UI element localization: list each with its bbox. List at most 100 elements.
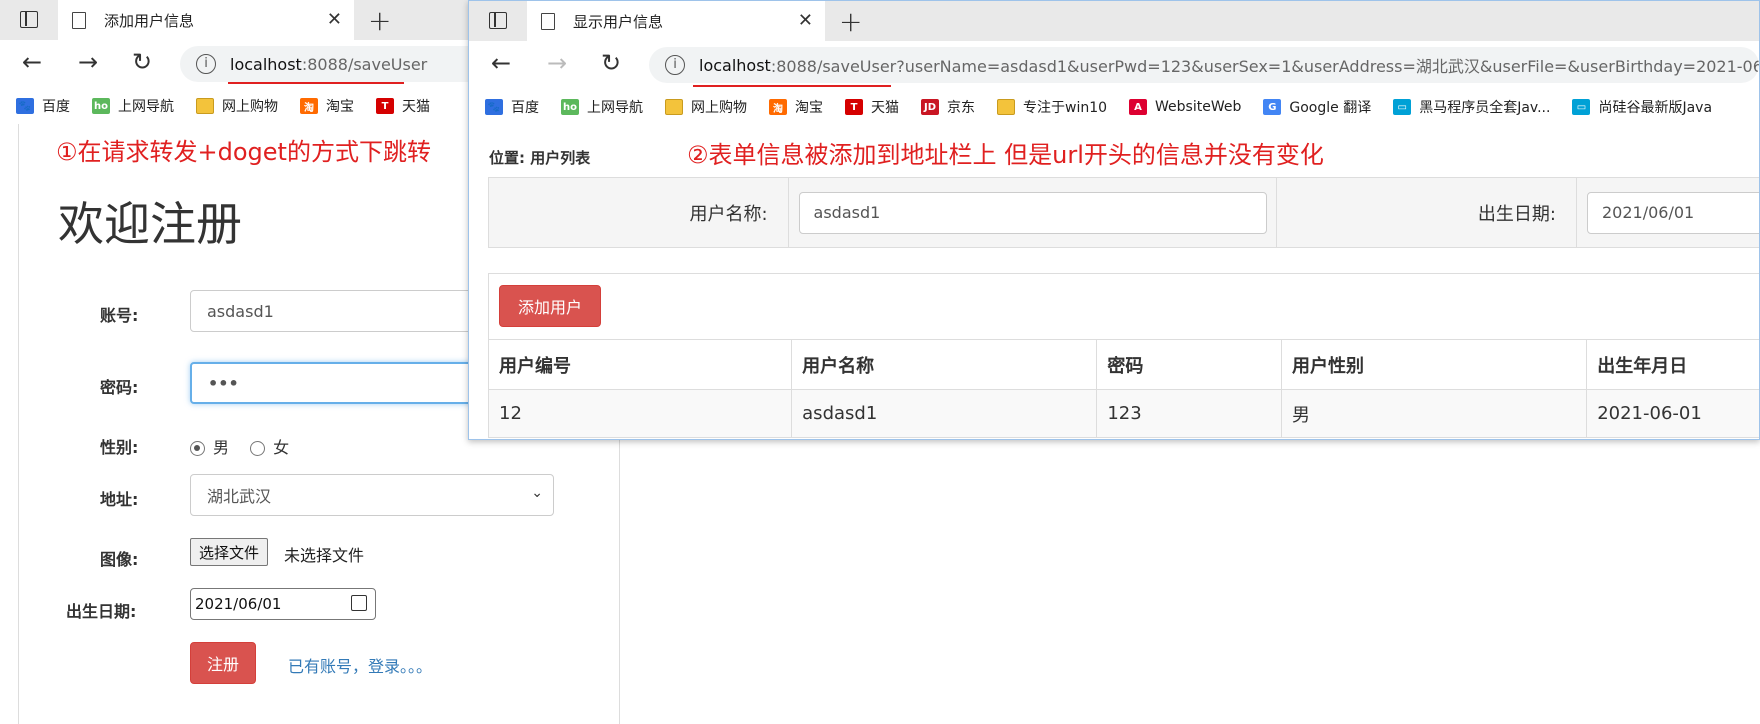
back-icon-2[interactable]: ← [491,49,511,77]
table-body: 12 asdasd1 123 男 2021-06-01 [487,389,1759,438]
close-icon[interactable]: ✕ [327,9,342,30]
table-cell: 123 [1096,389,1283,438]
tab-add-user[interactable]: 添加用户信息 ✕ [58,0,354,40]
search-birth-cell: 2021/06/01 [1576,177,1759,248]
bookmark-item[interactable]: 淘淘宝 [769,97,823,117]
file-status: 未选择文件 [284,546,365,565]
show-user-window: 显示用户信息 ✕ + ← → ↻ i localhost:8088/saveUs… [468,0,1760,440]
info-icon[interactable]: i [196,54,216,74]
address-select[interactable]: 湖北武汉 ⌄ [190,474,554,516]
folder-icon [196,98,214,114]
bookmark-item[interactable]: T 天猫 [376,96,430,116]
bookmark-item[interactable]: G Google 翻译 [1263,97,1371,117]
close-icon-2[interactable]: ✕ [798,10,813,31]
baidu-paw-icon: 🐾 [16,98,34,114]
location-label: 位置: [489,149,525,167]
url-host: localhost [230,54,302,74]
tab-show-user[interactable]: 显示用户信息 ✕ [527,1,825,41]
gender-female-label: 女 [273,438,290,457]
tab-strip-2: 显示用户信息 ✕ + [469,1,1759,41]
new-tab-icon-2[interactable]: + [839,5,862,38]
bookmark-label: 网上购物 [222,99,278,115]
search-name-label: 用户名称: [488,177,789,248]
bookmark-item[interactable]: 🐾 百度 [485,97,539,117]
bookmark-label: 上网导航 [587,100,643,116]
tmall-icon: T [376,98,394,114]
table-header-cell[interactable]: 密码 [1096,339,1283,390]
gender-female-radio[interactable] [250,441,266,456]
bookmark-label: 尚硅谷最新版Java [1598,100,1713,116]
baidu-paw-icon: 🐾 [485,99,503,115]
search-name-input[interactable]: asdasd1 [798,191,1267,234]
breadcrumb: 位置: 用户列表 [489,147,590,168]
table-header-cell[interactable]: 用户编号 [487,339,793,390]
table-cell: 12 [487,389,793,438]
url-host-2: localhost [699,55,771,75]
tab-panel-icon-2[interactable] [489,12,507,29]
bookmark-label: 淘宝 [326,99,354,115]
bookmark-label: Google 翻译 [1289,100,1372,116]
calendar-icon[interactable] [351,595,367,611]
url-input-2[interactable]: i localhost:8088/saveUser?userName=asdas… [649,47,1759,83]
bookmark-item[interactable]: 🐾 百度 [16,96,70,116]
address-value: 湖北武汉 [207,487,272,506]
url-underline-2 [693,85,891,87]
bookmark-item[interactable]: A WebsiteWeb [1129,99,1241,115]
birth-date-value: 2021/06/01 [195,595,282,613]
search-birth-label: 出生日期: [1276,177,1577,248]
birth-date-field[interactable]: 2021/06/01 [190,588,376,620]
bookmark-item[interactable]: 淘淘宝 [300,96,354,116]
bookmark-item[interactable]: ▭ 尚硅谷最新版Java [1572,97,1712,117]
back-icon[interactable]: ← [22,48,42,76]
forward-icon-2: → [547,49,568,77]
bookmarks-bar-2: 🐾 百度 ho 上网导航 网上购物 淘淘宝 T 天猫 JD 京东 专注于win10 A WebsiteW… [469,89,1759,125]
choose-file-button[interactable]: 选择文件 [190,538,269,566]
bookmark-label: 专注于win10 [1023,100,1108,116]
tmall-icon: T [845,99,863,115]
table-header-cell[interactable]: 用户性别 [1281,339,1588,390]
reload-icon[interactable]: ↻ [132,48,152,76]
page-title: 欢迎注册 [58,197,242,251]
url-path: :8088/saveUser [301,54,428,74]
bookmark-item[interactable]: ho 上网导航 [561,97,643,117]
new-tab-icon[interactable]: + [368,4,391,37]
search-form: 用户名称: asdasd1 出生日期: 2021/06/01 [488,177,1759,248]
annotation-2: ②表单信息被添加到地址栏上 但是url开头的信息并没有变化 [687,141,1324,169]
table-cell: 男 [1281,389,1588,438]
jd-icon: JD [921,99,939,115]
table-cell: asdasd1 [791,389,1098,438]
annotation-1: ①在请求转发+doget的方式下跳转 [56,138,431,166]
password-label: 密码: [100,378,139,397]
url-underline [228,82,404,84]
bookmark-item[interactable]: JD 京东 [921,97,975,117]
bookmark-item[interactable]: ▭ 黑马程序员全套Jav... [1393,97,1550,117]
bookmark-label: 百度 [42,99,70,115]
bookmark-item[interactable]: ho 上网导航 [92,96,174,116]
address-label: 地址: [100,490,139,509]
reload-icon-2[interactable]: ↻ [601,49,621,77]
tab-panel-icon[interactable] [20,11,38,28]
table-header-cell[interactable]: 用户名称 [791,339,1098,390]
gender-male-radio[interactable] [190,441,205,456]
bookmark-label: 百度 [511,100,539,116]
bookmark-label: 京东 [947,100,975,116]
bookmark-item[interactable]: 网上购物 [196,96,278,116]
bookmark-item[interactable]: 网上购物 [665,97,747,117]
page-icon-2 [541,12,555,30]
table-row[interactable]: 12 asdasd1 123 男 2021-06-01 [487,389,1759,438]
hao-icon: ho [561,99,579,115]
tab-title-2: 显示用户信息 [573,12,664,31]
angular-icon: A [1129,99,1148,115]
gender-label: 性别: [100,438,139,457]
table-header-cell[interactable]: 出生年月日 [1586,339,1759,390]
info-icon-2[interactable]: i [665,55,685,75]
folder-icon [665,99,683,115]
login-link[interactable]: 已有账号，登录。。。 [288,653,432,677]
search-birth-input[interactable]: 2021/06/01 [1587,191,1759,234]
bookmark-item[interactable]: T 天猫 [845,97,899,117]
register-button[interactable]: 注册 [190,642,256,684]
taobao-icon: 淘 [300,98,318,114]
forward-icon[interactable]: → [78,48,98,76]
add-user-button[interactable]: 添加用户 [499,285,601,327]
bookmark-item[interactable]: 专注于win10 [997,97,1107,117]
